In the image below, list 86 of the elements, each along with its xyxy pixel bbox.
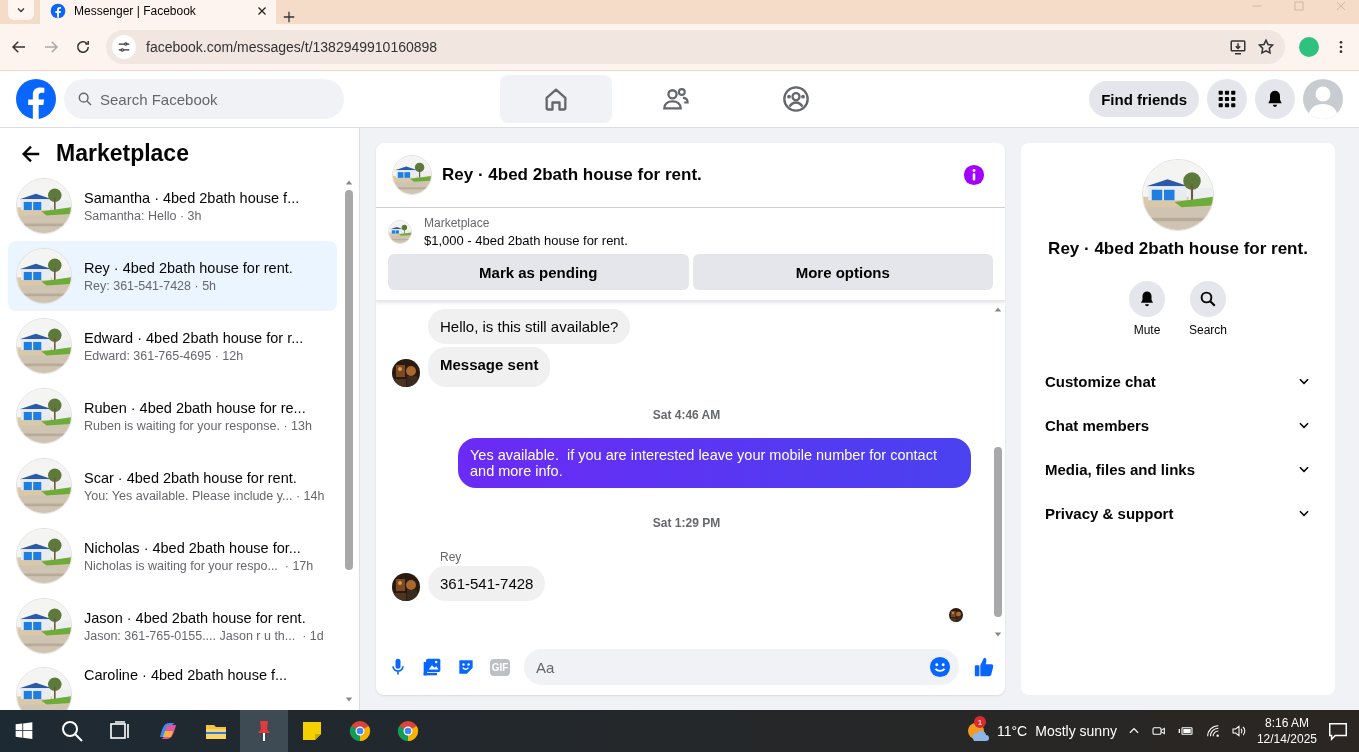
notification-center-icon[interactable]: [1327, 720, 1349, 742]
conversation-title: Scar · 4bed 2bath house for rent.: [84, 469, 298, 486]
conversation-item[interactable]: Rey · 4bed 2bath house for rent. Rey: 361-541-7428 · 5h: [8, 241, 337, 311]
bell-icon: [1138, 290, 1156, 308]
scroll-up-icon[interactable]: [344, 178, 354, 186]
search-field[interactable]: Search Facebook: [64, 79, 344, 119]
conversation-item[interactable]: Nicholas · 4bed 2bath house for... Nicholas is waiting for your respo... · 17h: [8, 521, 337, 591]
notification-badge: 1: [974, 716, 986, 728]
chrome-icon: [396, 719, 420, 743]
facebook-logo[interactable]: [16, 79, 56, 119]
search-icon: [60, 719, 84, 743]
listing-button[interactable]: More options: [692, 254, 993, 290]
conversation-preview: Samantha: Hello · 3h: [84, 208, 203, 223]
panel-title: Marketplace: [56, 140, 189, 167]
search-icon: [77, 91, 93, 107]
star-icon[interactable]: [1257, 38, 1275, 56]
scroll-down-icon[interactable]: [344, 696, 354, 704]
clock[interactable]: 8:16 AM 12/14/2025: [1256, 715, 1317, 747]
conversation-title: Nicholas · 4bed 2bath house for...: [84, 539, 302, 556]
new-tab-icon[interactable]: [282, 10, 296, 24]
message-bubble: 361-541-7428: [428, 566, 546, 601]
conversation-item[interactable]: Edward · 4bed 2bath house for r... Edward: 361-765-4695 · 12h: [8, 311, 337, 381]
listing-title: $1,000 - 4bed 2bath house for rent.: [424, 233, 628, 248]
address-bar[interactable]: facebook.com/messages/t/1382949910160898: [106, 30, 1285, 64]
chat-title: Rey · 4bed 2bath house for rent.: [442, 165, 703, 185]
wifi-icon[interactable]: [1204, 723, 1221, 739]
find-friends-button[interactable]: Find friends: [1089, 81, 1199, 117]
message-timestamp: Sat 1:29 PM: [652, 516, 721, 530]
conversation-preview: You: Yes available. Please include y... · 14h: [84, 488, 325, 503]
site-settings-icon[interactable]: [117, 40, 131, 54]
grid-icon: [1217, 89, 1237, 109]
message-field[interactable]: Aa: [524, 649, 959, 685]
menu-button[interactable]: [1207, 79, 1247, 119]
conversation-preview: Rey: 361-541-7428 · 5h: [84, 278, 218, 293]
nav-tab[interactable]: [500, 75, 612, 123]
facebook-icon: [50, 3, 66, 19]
conversation-title: Rey · 4bed 2bath house for rent.: [84, 259, 293, 276]
tab-title: Messenger | Facebook: [74, 4, 197, 18]
section-header[interactable]: Media, files and links: [1029, 447, 1327, 491]
scrollbar[interactable]: [343, 178, 355, 704]
listing-label: Marketplace: [424, 216, 491, 230]
notifications-button[interactable]: [1255, 79, 1295, 119]
message-timestamp: Sat 4:46 AM: [652, 408, 721, 422]
conversation-item[interactable]: Jason · 4bed 2bath house for rent. Jason: 361-765-0155.... Jason r u th... · 1d: [8, 591, 337, 661]
section-header[interactable]: Chat members: [1029, 403, 1327, 447]
sender-name: Rey: [440, 550, 463, 564]
weather-widget[interactable]: 1 11°C Mostly sunny: [965, 719, 1117, 743]
reload-icon[interactable]: [74, 38, 92, 56]
back-icon[interactable]: [10, 38, 28, 56]
info-icon[interactable]: [963, 164, 985, 186]
conversation-title: Caroline · 4bed 2bath house f...: [84, 667, 288, 683]
section-header[interactable]: Privacy & support: [1029, 491, 1327, 535]
install-icon[interactable]: [1229, 38, 1247, 56]
conversation-title: Edward · 4bed 2bath house for r...: [84, 329, 304, 346]
sticker-icon[interactable]: [456, 657, 476, 677]
close-icon[interactable]: [256, 5, 268, 17]
friends-icon: [662, 85, 690, 113]
conversation-title: Ruben · 4bed 2bath house for re...: [84, 399, 307, 416]
message-bubble: Message sent: [428, 347, 551, 387]
conversation-title: Samantha · 4bed 2bath house f...: [84, 189, 300, 206]
windows-icon: [14, 721, 34, 741]
scroll-up-icon[interactable]: [993, 305, 1003, 313]
chrome-icon: [348, 719, 372, 743]
message-bubble: Hello, is this still available?: [428, 309, 631, 344]
conversation-item[interactable]: Samantha · 4bed 2bath house f... Samantha: Hello · 3h: [8, 171, 337, 241]
sticky-note-icon: [300, 719, 324, 743]
conversation-item[interactable]: Scar · 4bed 2bath house for rent. You: Yes available. Please include y... · 14h: [8, 451, 337, 521]
conversation-preview: Ruben is waiting for your response. · 13h: [84, 418, 312, 433]
chat-title: Rey · 4bed 2bath house for rent.: [1048, 239, 1308, 259]
browser-tab[interactable]: Messenger | Facebook: [40, 0, 276, 24]
listing-button[interactable]: Mark as pending: [388, 254, 689, 290]
speaker-icon[interactable]: [1230, 723, 1247, 739]
url-text: facebook.com/messages/t/1382949910160898: [146, 39, 439, 55]
message-bubble: Yes available. if you are interested leave your mobile number for contact and more info.: [458, 438, 971, 488]
scroll-down-icon[interactable]: [993, 631, 1003, 639]
thumbs-up-icon[interactable]: [973, 656, 995, 678]
conversation-preview: Edward: 361-765-4695 · 12h: [84, 348, 245, 363]
search-icon: [1199, 290, 1217, 308]
section-header[interactable]: Customize chat: [1029, 359, 1327, 403]
conversation-preview: Jason: 361-765-0155.... Jason r u th... · 1d: [84, 628, 324, 643]
groups-icon: [782, 85, 810, 113]
conversation-item[interactable]: Ruben · 4bed 2bath house for re... Ruben is waiting for your response. · 13h: [8, 381, 337, 451]
image-icon[interactable]: [422, 657, 442, 677]
conversation-title: Jason · 4bed 2bath house for rent.: [84, 609, 307, 626]
conversation-preview: Nicholas is waiting for your respo... · 17h: [84, 558, 314, 573]
emoji-icon[interactable]: [929, 656, 951, 678]
